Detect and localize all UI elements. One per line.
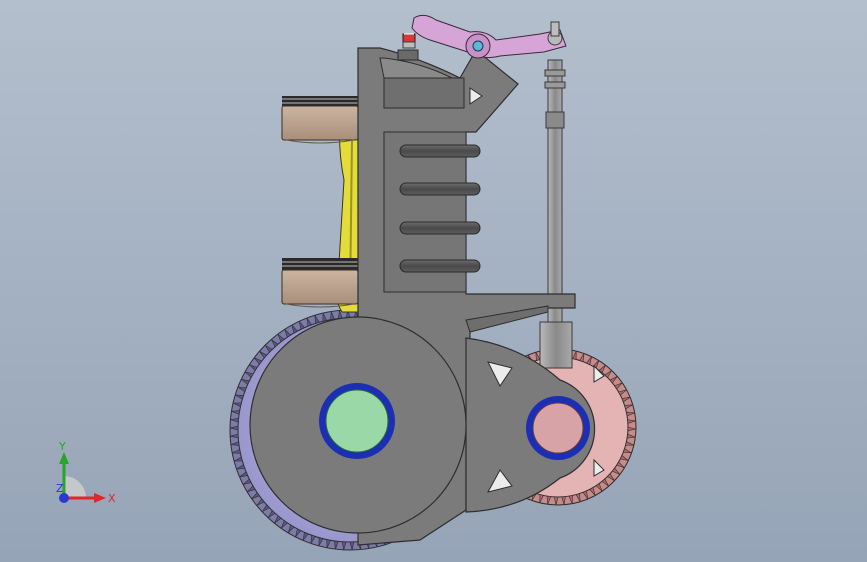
adjuster-screw — [550, 21, 560, 37]
spark-plug — [397, 33, 419, 61]
lower-piston — [281, 258, 359, 308]
rocker-pivot — [472, 40, 484, 52]
cam-hub — [532, 402, 584, 454]
pushrod — [547, 59, 563, 329]
cad-viewport[interactable]: Y X Z — [0, 0, 867, 562]
orientation-triad[interactable]: Y X Z — [40, 438, 120, 518]
pushrod-tappet — [539, 321, 573, 369]
crankshaft-disc — [249, 316, 467, 534]
upper-piston — [281, 96, 359, 144]
camshaft-hub — [526, 396, 590, 460]
y-axis-label: Y — [58, 440, 66, 453]
piston-and-rod-assembly — [281, 96, 363, 313]
engine-assembly-model[interactable] — [0, 0, 867, 562]
x-axis-label: X — [108, 492, 116, 505]
pushrod-assembly — [539, 59, 573, 369]
z-axis-label: Z — [56, 482, 64, 495]
rocker-arm — [411, 14, 567, 59]
crank-hub — [325, 389, 389, 453]
